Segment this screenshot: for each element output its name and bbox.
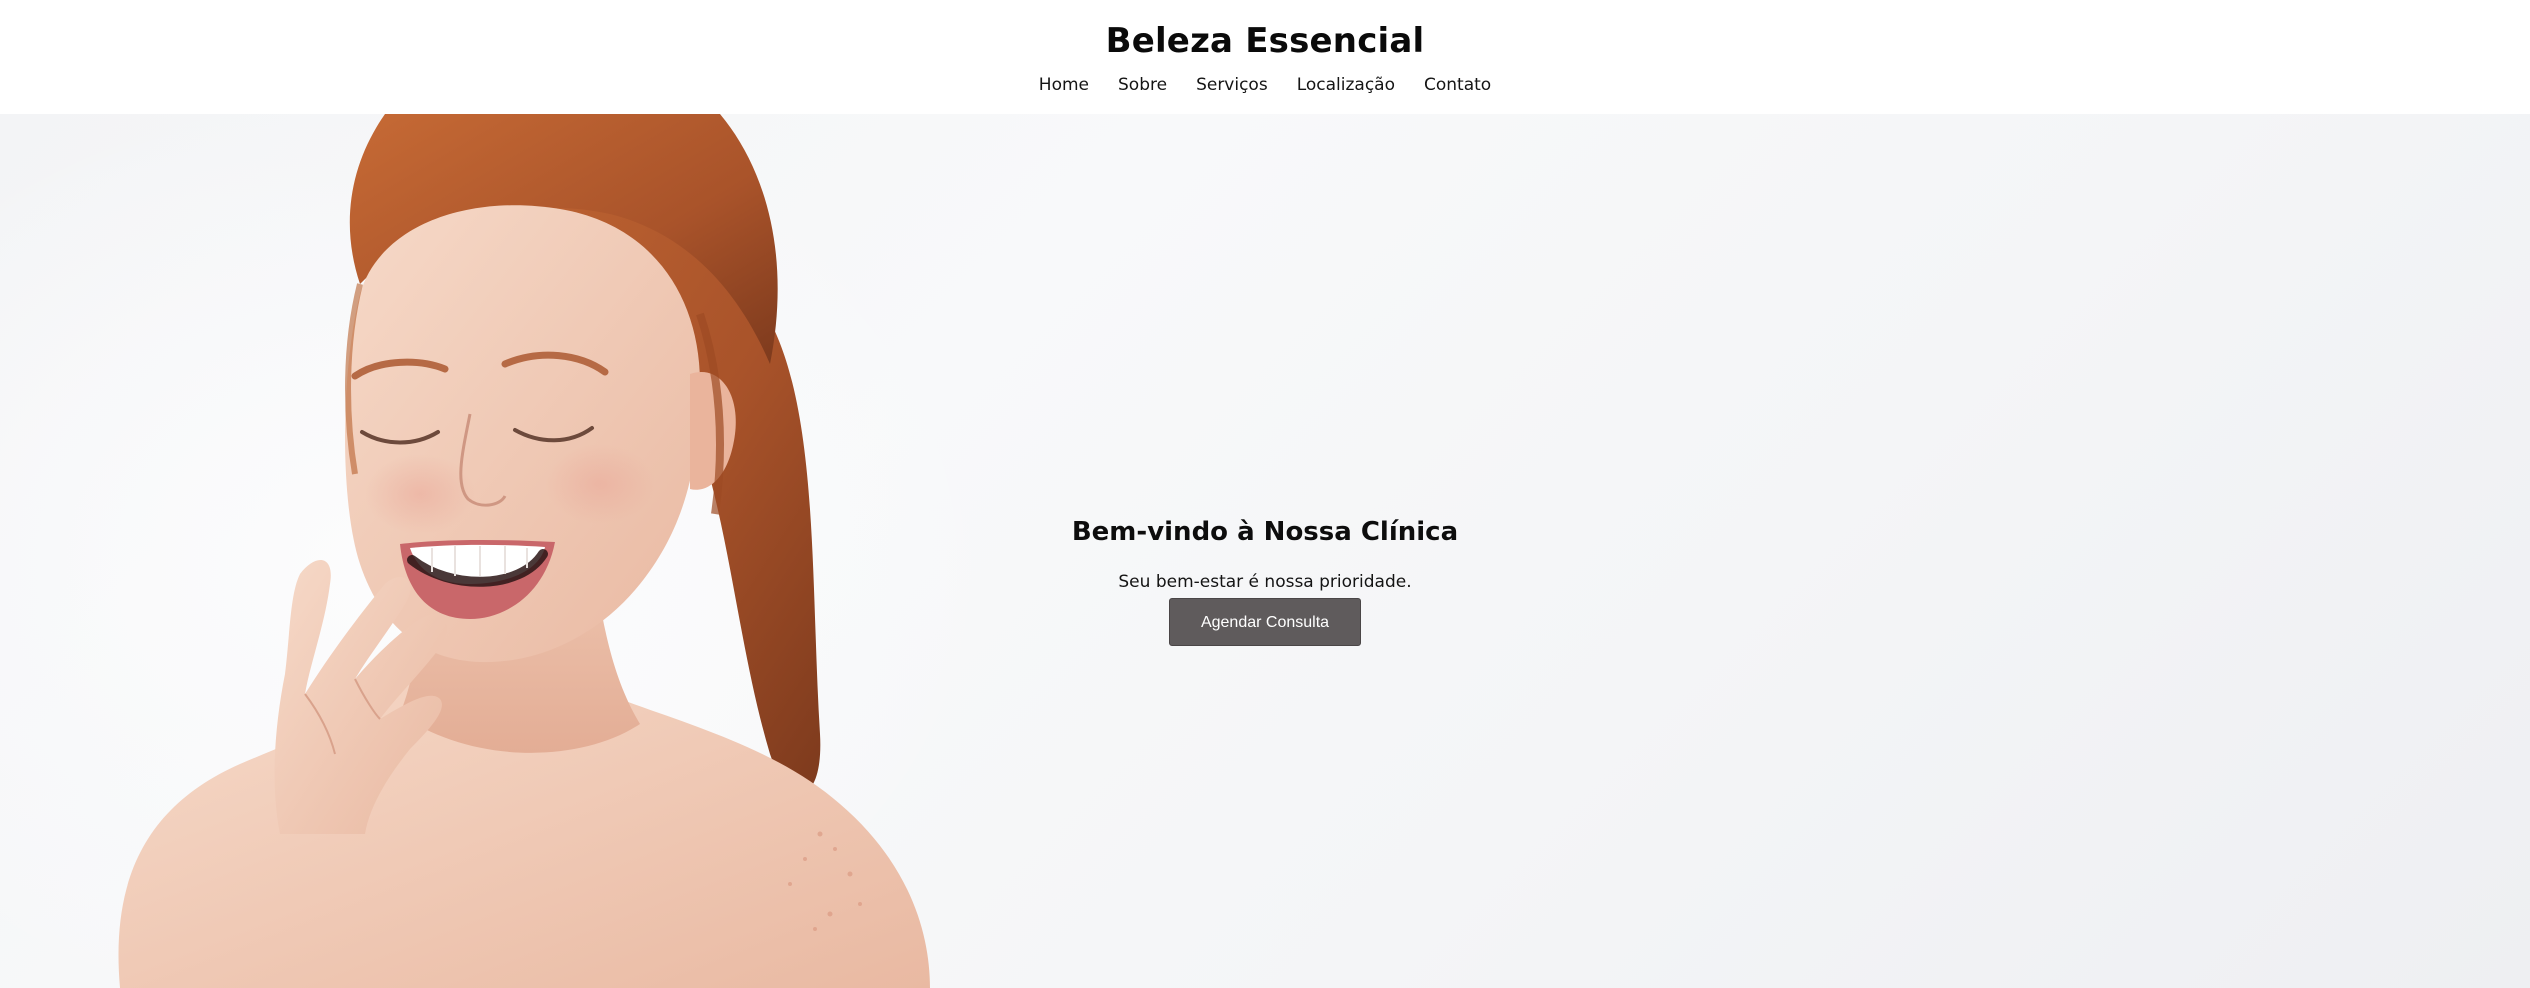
nav-link-contato[interactable]: Contato: [1424, 73, 1491, 97]
hero-subtitle: Seu bem-estar é nossa prioridade.: [1118, 572, 1412, 592]
hero-section: Bem-vindo à Nossa Clínica Seu bem-estar …: [0, 114, 2530, 988]
nav-link-servicos[interactable]: Serviços: [1196, 73, 1268, 97]
brand-title: Beleza Essencial: [1105, 21, 1425, 61]
nav-link-localizacao[interactable]: Localização: [1297, 73, 1395, 97]
hero-photo: [118, 114, 930, 988]
hero-content: Bem-vindo à Nossa Clínica Seu bem-estar …: [965, 514, 1565, 646]
nav-link-home[interactable]: Home: [1039, 73, 1089, 97]
site-header: Beleza Essencial Home Sobre Serviços Loc…: [0, 0, 2530, 114]
nav-link-sobre[interactable]: Sobre: [1118, 73, 1167, 97]
main-nav: Home Sobre Serviços Localização Contato: [0, 72, 2530, 98]
schedule-appointment-button[interactable]: Agendar Consulta: [1169, 598, 1361, 646]
hero-heading: Bem-vindo à Nossa Clínica: [1071, 517, 1459, 547]
